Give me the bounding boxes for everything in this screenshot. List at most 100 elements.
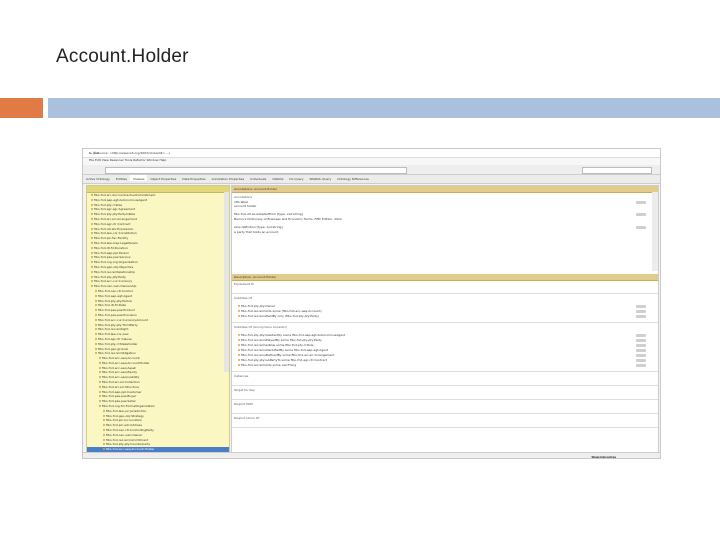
description-row[interactable]: fibo-fnd-pty-pty:isAPartyTo some fibo-fn… [238, 358, 327, 362]
annotation-edit-controls[interactable] [636, 226, 646, 229]
description-row[interactable]: fibo-fnd-rel-rel:holds some owl:Thing [238, 363, 296, 367]
class-icon [95, 294, 97, 297]
class-icon [91, 213, 93, 216]
class-tree-label: fibo-fnd-oac-ctl:Control [98, 288, 133, 293]
class-tree-label: fibo-fnd-pas-pas:Product [98, 308, 135, 313]
menu-items[interactable]: File Edit View Reasoner Tools Refactor W… [89, 158, 166, 162]
class-icon [103, 438, 105, 441]
class-tree-scrollbar[interactable] [224, 192, 229, 372]
class-tree-label: fibo-fnd-rel-rel:Commitment [106, 437, 149, 442]
description-row-controls[interactable] [636, 339, 646, 342]
description-section-label[interactable]: Target for Key [234, 388, 255, 392]
tab-bar: Active Ontology Entities Classes Object Pro… [83, 175, 660, 184]
class-icon [91, 217, 93, 220]
menu-bar[interactable]: File Edit View Reasoner Tools Refactor W… [83, 158, 660, 165]
annotation-edit-controls[interactable] [636, 213, 646, 216]
tab-9[interactable]: SPARQL Query [306, 175, 334, 181]
description-row-controls[interactable] [636, 305, 646, 308]
class-tree-label: fibo-fnd-aap-agt:Agent [98, 293, 133, 298]
class-tree-label: fibo-fnd-agr-ctr:Clause [98, 336, 132, 341]
description-row-label: fibo-fnd-rel-rel:holds some (fibo-fnd-ac… [241, 309, 322, 313]
search-input[interactable] [582, 167, 652, 174]
class-icon [238, 344, 240, 346]
description-section-label[interactable]: Equivalent To [234, 282, 254, 286]
class-tree-label: fibo-fnd-arr-arr:Arrangement [94, 216, 137, 221]
window-controls[interactable]: — ☐ ✕ [89, 151, 654, 155]
class-tree-label: fibo-fnd-pas-pas:Buyer [102, 394, 137, 399]
tab-0[interactable]: Active Ontology [83, 175, 113, 181]
annotation-edit-controls[interactable] [636, 201, 646, 204]
description-section-label[interactable]: Instances [234, 374, 248, 378]
description-row[interactable]: fibo-fnd-rel-rel:isPlayedBy some fibo-fn… [238, 338, 322, 342]
class-icon [91, 265, 93, 268]
class-icon [238, 349, 240, 351]
description-section-label[interactable]: Disjoint Union Of [234, 416, 259, 420]
tab-3[interactable]: Object Properties [147, 175, 179, 181]
class-icon [95, 309, 97, 312]
class-icon [99, 395, 101, 398]
class-icon [103, 424, 105, 427]
description-row-controls[interactable] [636, 334, 646, 337]
tab-1[interactable]: Entities [113, 175, 130, 181]
description-section-label[interactable]: SubClass Of (Anonymous Ancestor) [234, 325, 287, 329]
class-icon [99, 400, 101, 403]
description-row-controls[interactable] [636, 349, 646, 352]
annotation-row: a party that holds an account [234, 230, 279, 234]
class-tree-label: fibo-fnd-plc-adr:Address [106, 423, 143, 428]
class-icon [99, 371, 101, 374]
class-icon [103, 443, 105, 446]
class-icon [238, 339, 240, 341]
accent-band-orange [0, 98, 43, 118]
description-row-controls[interactable] [636, 364, 646, 367]
description-row-label: fibo-fnd-rel-rel:isDefinedBy some fibo-f… [241, 353, 335, 357]
description-row[interactable]: fibo-fnd-rel-rel:holds some (fibo-fnd-ac… [238, 309, 322, 313]
entity-detail-area: Annotations: Account.Holder Annotations … [231, 185, 659, 453]
tab-5[interactable]: Annotation Properties [209, 175, 248, 181]
class-icon [238, 359, 240, 361]
section-divider [232, 322, 658, 323]
description-row-label: fibo-fnd-rel-rel:hasRole some fibo-fnd-p… [241, 343, 314, 347]
class-tree-label: fibo-fnd-pas-pas:Service [94, 255, 131, 260]
description-row[interactable]: fibo-fnd-rel-rel:hasRole some fibo-fnd-p… [238, 343, 313, 347]
toolbar [83, 165, 660, 175]
class-icon [238, 305, 240, 307]
annotations-label: Annotations [234, 195, 253, 199]
class-icon [91, 275, 93, 278]
description-row[interactable]: fibo-fnd-pty-pty:hasIdentity some fibo-f… [238, 333, 345, 337]
class-icon [99, 390, 101, 393]
class-tree-label: fibo-fnd-law-lcap:LegalPerson [94, 240, 139, 245]
class-hierarchy-panel: fibo-fnd-arr-doc:ContractualCommitment fi… [86, 185, 230, 453]
class-icon [103, 414, 105, 417]
description-section-label[interactable]: SubClass Of [234, 296, 252, 300]
class-icon [95, 333, 97, 336]
description-row-label: fibo-fnd-rel-rel:isPlayedBy some fibo-fn… [241, 338, 322, 342]
description-row[interactable]: fibo-fnd-rel-rel:isIdentifiedBy some fib… [238, 348, 328, 352]
description-section-label[interactable]: Disjoint With [234, 402, 253, 406]
description-row-controls[interactable] [636, 344, 646, 347]
description-row-label: fibo-fnd-pty-pty:hasIdentity some fibo-f… [241, 333, 346, 337]
annotation-row: Barron's Dictionary of Business and Econ… [234, 217, 342, 221]
section-divider [232, 427, 658, 428]
description-row[interactable]: fibo-fnd-rel-rel:isHeldBy only (fibo-fnd… [238, 314, 319, 318]
slide-title: Account.Holder [56, 46, 189, 67]
section-divider [232, 371, 658, 372]
description-row[interactable]: fibo-fnd-rel-rel:isDefinedBy some fibo-f… [238, 353, 334, 357]
description-row[interactable]: fibo-fnd-pty-pty:Owner [238, 304, 275, 308]
tab-8[interactable]: DL Query [286, 175, 306, 181]
ontology-address-field[interactable] [105, 167, 407, 174]
class-icon [95, 342, 97, 345]
description-row-controls[interactable] [636, 315, 646, 318]
tab-2[interactable]: Classes [130, 175, 148, 181]
class-icon [95, 337, 97, 340]
tab-7[interactable]: OWLViz [269, 175, 286, 181]
class-tree: fibo-fnd-arr-doc:ContractualCommitment fi… [87, 193, 229, 452]
show-inferences-checkbox[interactable]: Show Inferences [591, 455, 616, 458]
tab-4[interactable]: Data Properties [179, 175, 208, 181]
annotations-scrollbar[interactable] [652, 192, 658, 271]
description-row-controls[interactable] [636, 359, 646, 362]
tab-10[interactable]: Ontology Differences [334, 175, 372, 181]
description-row-controls[interactable] [636, 310, 646, 313]
description-row-label: fibo-fnd-pty-pty:Owner [241, 304, 276, 308]
description-row-controls[interactable] [636, 354, 646, 357]
tab-6[interactable]: Individuals [247, 175, 269, 181]
